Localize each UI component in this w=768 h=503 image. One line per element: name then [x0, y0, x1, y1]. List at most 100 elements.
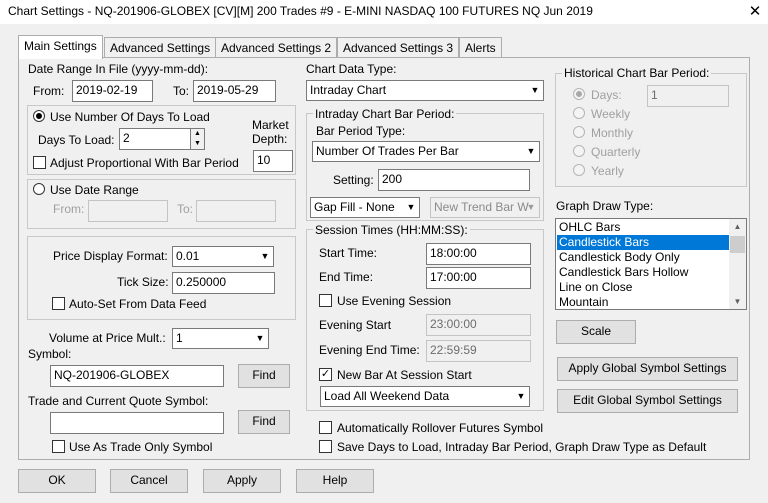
new-trend-bar-select[interactable]: New Trend Bar W ▼	[430, 197, 540, 218]
chevron-down-icon: ▼	[255, 333, 265, 343]
graph-draw-type-list[interactable]: OHLC Bars Candlestick Bars Candlestick B…	[555, 218, 747, 310]
ok-button[interactable]: OK	[18, 469, 96, 493]
apply-button[interactable]: Apply	[203, 469, 281, 493]
trade-symbol-field[interactable]	[50, 412, 224, 434]
cancel-button[interactable]: Cancel	[110, 469, 188, 493]
tab-advanced-settings-3[interactable]: Advanced Settings 3	[337, 37, 460, 58]
chevron-down-icon: ▼	[406, 202, 416, 212]
intraday-group-label: Intraday Chart Bar Period:	[313, 107, 457, 121]
volume-label: Volume at Price Mult.:	[49, 331, 166, 345]
end-time-field[interactable]: 17:00:00	[426, 267, 531, 289]
list-item[interactable]: Candlestick Body Only	[557, 250, 730, 265]
bar-period-type-select[interactable]: Number Of Trades Per Bar ▼	[312, 141, 540, 162]
list-item[interactable]: OHLC Bars	[557, 220, 730, 235]
use-date-range-label: Use Date Range	[50, 183, 139, 197]
from-date-field[interactable]: 2019-02-19	[72, 80, 153, 102]
use-evening-session-label: Use Evening Session	[337, 294, 452, 308]
chart-data-type-select[interactable]: Intraday Chart ▼	[306, 80, 544, 101]
tab-advanced-settings[interactable]: Advanced Settings	[104, 37, 217, 58]
adjust-proportional-checkbox[interactable]	[33, 156, 46, 169]
list-item[interactable]: Mountain	[557, 295, 730, 309]
evening-end-label: Evening End Time:	[319, 343, 420, 357]
chevron-down-icon: ▼	[516, 391, 526, 401]
save-defaults-label: Save Days to Load, Intraday Bar Period, …	[337, 440, 707, 454]
yearly-radio[interactable]	[573, 164, 585, 176]
save-defaults-checkbox[interactable]	[319, 440, 332, 453]
checkmark-icon: ✓	[320, 368, 331, 380]
bar-period-type-value: Number Of Trades Per Bar	[316, 144, 459, 158]
trade-only-checkbox[interactable]	[52, 440, 65, 453]
chevron-down-icon[interactable]: ▼	[729, 294, 746, 309]
price-format-label: Price Display Format:	[53, 249, 168, 263]
list-item[interactable]: Candlestick Bars Hollow	[557, 265, 730, 280]
session-group-label: Session Times (HH:MM:SS):	[313, 223, 470, 237]
days-to-load-label: Days To Load:	[38, 133, 115, 147]
weekly-label: Weekly	[591, 107, 631, 121]
autoset-label: Auto-Set From Data Feed	[69, 297, 207, 311]
edit-global-symbol-settings-button[interactable]: Edit Global Symbol Settings	[557, 389, 738, 413]
list-item[interactable]: Line on Close	[557, 280, 730, 295]
gap-fill-select[interactable]: Gap Fill - None ▼	[310, 197, 420, 218]
window-title: Chart Settings - NQ-201906-GLOBEX [CV][M…	[8, 4, 593, 18]
weekly-radio[interactable]	[573, 107, 585, 119]
start-time-label: Start Time:	[319, 246, 378, 260]
historical-label: Historical Chart Bar Period:	[562, 66, 712, 80]
range-to-field[interactable]	[196, 200, 276, 222]
auto-rollover-checkbox[interactable]	[319, 421, 332, 434]
tab-main-settings[interactable]: Main Settings	[18, 35, 103, 59]
market-depth-label-1: Market	[252, 118, 289, 132]
start-time-field[interactable]: 18:00:00	[426, 243, 531, 265]
use-days-label: Use Number Of Days To Load	[50, 110, 210, 124]
evening-start-field[interactable]: 23:00:00	[426, 314, 531, 336]
chevron-down-icon: ▼	[526, 146, 536, 156]
symbol-field[interactable]: NQ-201906-GLOBEX	[50, 365, 224, 387]
apply-global-symbol-settings-button[interactable]: Apply Global Symbol Settings	[557, 357, 738, 381]
help-button[interactable]: Help	[296, 469, 374, 493]
autoset-checkbox[interactable]	[52, 297, 65, 310]
chart-data-type-label: Chart Data Type:	[306, 62, 397, 76]
historical-days-field[interactable]: 1	[647, 85, 729, 107]
use-days-radio[interactable]	[33, 110, 45, 122]
tab-alerts[interactable]: Alerts	[459, 37, 502, 58]
setting-field[interactable]: 200	[378, 169, 530, 191]
trade-symbol-find-button[interactable]: Find	[238, 410, 290, 434]
scale-button[interactable]: Scale	[556, 320, 636, 344]
historical-days-radio[interactable]	[573, 88, 585, 100]
tab-advanced-settings-2[interactable]: Advanced Settings 2	[215, 37, 338, 58]
list-item[interactable]: Candlestick Bars	[557, 235, 730, 250]
new-bar-session-start-label: New Bar At Session Start	[337, 368, 472, 382]
chevron-up-icon[interactable]: ▲	[729, 219, 746, 234]
bar-period-type-label: Bar Period Type:	[316, 124, 406, 138]
use-evening-session-checkbox[interactable]	[319, 294, 332, 307]
evening-start-label: Evening Start	[319, 318, 392, 332]
date-range-label: Date Range In File (yyyy-mm-dd):	[28, 62, 209, 76]
days-to-load-field[interactable]: 2	[119, 128, 191, 150]
to-date-field[interactable]: 2019-05-29	[193, 80, 276, 102]
spinner-arrows-icon[interactable]: ▲ ▼	[191, 128, 205, 150]
end-time-label: End Time:	[319, 270, 374, 284]
price-format-select[interactable]: 0.01 ▼	[172, 246, 274, 267]
weekend-data-select[interactable]: Load All Weekend Data ▼	[320, 386, 530, 407]
new-bar-session-start-checkbox[interactable]: ✓	[319, 368, 332, 381]
symbol-find-button[interactable]: Find	[238, 364, 290, 388]
range-from-label: From:	[53, 202, 85, 216]
quarterly-radio[interactable]	[573, 145, 585, 157]
historical-days-label: Days:	[591, 88, 622, 102]
monthly-radio[interactable]	[573, 126, 585, 138]
scroll-thumb[interactable]	[730, 236, 745, 253]
range-from-field[interactable]	[88, 200, 168, 222]
market-depth-field[interactable]: 10	[253, 150, 293, 172]
use-date-range-radio[interactable]	[33, 183, 45, 195]
range-to-label: To:	[177, 202, 194, 216]
graph-draw-type-label: Graph Draw Type:	[556, 199, 654, 213]
chevron-down-icon: ▼	[530, 85, 540, 95]
chart-data-type-value: Intraday Chart	[310, 83, 387, 97]
chevron-down-icon: ▼	[260, 251, 270, 261]
evening-end-field[interactable]: 22:59:59	[426, 340, 531, 362]
list-scrollbar[interactable]: ▲ ▼	[729, 219, 746, 309]
close-icon[interactable]: ✕	[744, 1, 766, 23]
monthly-label: Monthly	[591, 126, 634, 140]
yearly-label: Yearly	[591, 164, 624, 178]
tick-size-field[interactable]: 0.250000	[172, 272, 275, 294]
volume-select[interactable]: 1 ▼	[172, 328, 269, 349]
